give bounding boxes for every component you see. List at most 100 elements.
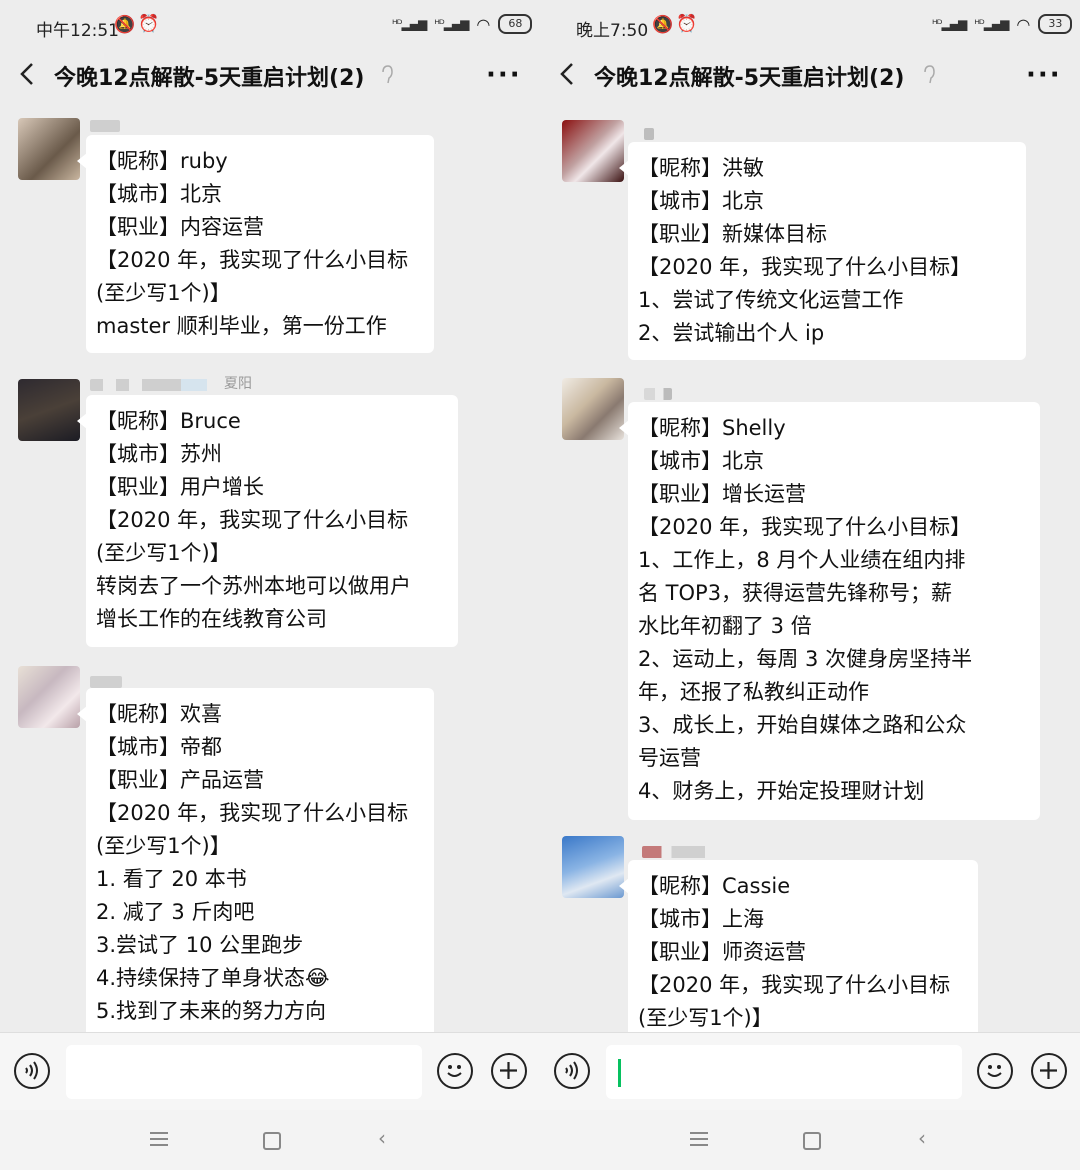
ear-mode-icon bbox=[382, 65, 393, 84]
ear-mode-icon bbox=[924, 65, 935, 84]
message-line: 【2020 年，我实现了什么小目标 bbox=[96, 248, 409, 272]
message-line: 4.持续保持了单身状态😂 bbox=[96, 966, 330, 990]
signal-icon: ᴴᴰ▂▄▆ bbox=[974, 17, 1009, 31]
message-line: 【城市】北京 bbox=[96, 182, 222, 206]
voice-input-button[interactable] bbox=[14, 1053, 50, 1089]
sender-name-redacted bbox=[644, 128, 654, 140]
chat-header: 今晚12点解散-5天重启计划(2) ··· bbox=[0, 50, 540, 100]
message-line: 2. 减了 3 斤肉吧 bbox=[96, 900, 255, 924]
alarm-icon: ⏰ bbox=[676, 14, 698, 34]
status-time: 晚上7:50 bbox=[576, 21, 649, 41]
back-arrow-icon[interactable] bbox=[556, 60, 580, 88]
message-line: 【城市】苏州 bbox=[96, 442, 222, 466]
avatar[interactable] bbox=[562, 378, 624, 440]
signal-icon: ᴴᴰ▂▄▆ bbox=[392, 17, 427, 31]
sender-name-redacted bbox=[90, 120, 120, 132]
status-icons: ᴴᴰ▂▄▆ ᴴᴰ▂▄▆ ◠ 33 bbox=[932, 14, 1073, 34]
back-arrow-icon[interactable] bbox=[16, 60, 40, 88]
emoji-icon bbox=[447, 1065, 462, 1077]
system-nav-bar: ‹ bbox=[0, 1110, 540, 1170]
plus-icon bbox=[1040, 1062, 1057, 1079]
message-line: 3、成长上，开始自媒体之路和公众 bbox=[638, 713, 967, 737]
sender-name-redacted bbox=[90, 379, 220, 391]
message-line: 号运营 bbox=[638, 746, 701, 770]
emoji-button[interactable] bbox=[437, 1053, 473, 1089]
chat-screen-right: 晚上7:50 🔕 ⏰ ᴴᴰ▂▄▆ ᴴᴰ▂▄▆ ◠ 33 今晚12点解散-5天重启… bbox=[540, 0, 1080, 1170]
message-input[interactable] bbox=[606, 1045, 962, 1099]
more-options-icon[interactable]: ··· bbox=[1026, 60, 1062, 90]
message-line: 【城市】北京 bbox=[638, 449, 764, 473]
message-line: 1. 看了 20 本书 bbox=[96, 867, 247, 891]
avatar[interactable] bbox=[18, 118, 80, 180]
message-line: 年，还报了私教纠正动作 bbox=[638, 680, 869, 704]
message-input[interactable] bbox=[66, 1045, 422, 1099]
home-icon[interactable] bbox=[803, 1132, 821, 1150]
message-line: 2、运动上，每周 3 次健身房坚持半 bbox=[638, 647, 973, 671]
message-line: master 顺利毕业，第一份工作 bbox=[96, 314, 387, 338]
avatar[interactable] bbox=[562, 836, 624, 898]
message-line: 【昵称】Shelly bbox=[638, 416, 786, 440]
message-line: 【职业】内容运营 bbox=[96, 215, 264, 239]
wifi-icon: ◠ bbox=[1016, 14, 1031, 34]
input-bar bbox=[540, 1032, 1080, 1111]
more-actions-button[interactable] bbox=[491, 1053, 527, 1089]
more-actions-button[interactable] bbox=[1031, 1053, 1067, 1089]
voice-input-button[interactable] bbox=[554, 1053, 590, 1089]
menu-icon[interactable] bbox=[150, 1132, 168, 1150]
nav-back-icon[interactable]: ‹ bbox=[918, 1126, 926, 1150]
avatar[interactable] bbox=[562, 120, 624, 182]
message-line: 1、工作上，8 月个人业绩在组内排 bbox=[638, 548, 966, 572]
message-bubble[interactable]: 【昵称】Cassie 【城市】上海 【职业】师资运营 【2020 年，我实现了什… bbox=[619, 860, 978, 1040]
message-bubble[interactable]: 【昵称】Shelly 【城市】北京 【职业】增长运营 【2020 年，我实现了什… bbox=[619, 402, 1040, 820]
message-line: (至少写1个)】 bbox=[638, 1006, 773, 1030]
system-nav-bar: ‹ bbox=[540, 1110, 1080, 1170]
message-line: 【城市】北京 bbox=[638, 189, 764, 213]
signal-icon: ᴴᴰ▂▄▆ bbox=[932, 17, 967, 31]
signal-icon: ᴴᴰ▂▄▆ bbox=[434, 17, 469, 31]
message-line: 名 TOP3，获得运营先锋称号；薪 bbox=[638, 581, 953, 605]
message-line: 【职业】产品运营 bbox=[96, 768, 264, 792]
input-bar bbox=[0, 1032, 540, 1111]
status-time: 中午12:51 bbox=[36, 21, 119, 41]
voice-icon bbox=[565, 1061, 578, 1080]
message-line: 【2020 年，我实现了什么小目标】 bbox=[638, 515, 972, 539]
avatar[interactable] bbox=[18, 666, 80, 728]
chat-title: 今晚12点解散-5天重启计划(2) bbox=[594, 66, 905, 91]
message-bubble[interactable]: 【昵称】欢喜 【城市】帝都 【职业】产品运营 【2020 年，我实现了什么小目标… bbox=[77, 688, 434, 1038]
chat-title: 今晚12点解散-5天重启计划(2) bbox=[54, 66, 365, 91]
status-bar: 晚上7:50 🔕 ⏰ ᴴᴰ▂▄▆ ᴴᴰ▂▄▆ ◠ 33 bbox=[540, 0, 1080, 50]
message-line: 4、财务上，开始定投理财计划 bbox=[638, 779, 925, 803]
message-line: 转岗去了一个苏州本地可以做用户 bbox=[96, 574, 411, 598]
message-line: 【2020 年，我实现了什么小目标 bbox=[96, 801, 409, 825]
message-line: 【职业】师资运营 bbox=[638, 940, 806, 964]
message-line: (至少写1个)】 bbox=[96, 281, 231, 305]
message-line: 【2020 年，我实现了什么小目标 bbox=[96, 508, 409, 532]
battery-icon: 68 bbox=[498, 14, 533, 34]
message-line: (至少写1个)】 bbox=[96, 834, 231, 858]
wifi-icon: ◠ bbox=[476, 14, 491, 34]
nav-back-icon[interactable]: ‹ bbox=[378, 1126, 386, 1150]
sender-name-redacted bbox=[90, 676, 122, 688]
sender-name: 夏阳 bbox=[224, 376, 252, 392]
status-bar: 中午12:51 🔕 ⏰ ᴴᴰ▂▄▆ ᴴᴰ▂▄▆ ◠ 68 bbox=[0, 0, 540, 50]
message-bubble[interactable]: 【昵称】洪敏 【城市】北京 【职业】新媒体目标 【2020 年，我实现了什么小目… bbox=[619, 142, 1026, 360]
more-options-icon[interactable]: ··· bbox=[486, 60, 522, 90]
text-cursor bbox=[618, 1059, 621, 1087]
chat-header: 今晚12点解散-5天重启计划(2) ··· bbox=[540, 50, 1080, 100]
emoji-button[interactable] bbox=[977, 1053, 1013, 1089]
message-bubble[interactable]: 【昵称】ruby 【城市】北京 【职业】内容运营 【2020 年，我实现了什么小… bbox=[77, 135, 434, 353]
status-icons: ᴴᴰ▂▄▆ ᴴᴰ▂▄▆ ◠ 68 bbox=[392, 14, 533, 34]
mute-icon: 🔕 bbox=[114, 15, 136, 35]
message-bubble[interactable]: 【昵称】Bruce 【城市】苏州 【职业】用户增长 【2020 年，我实现了什么… bbox=[77, 395, 458, 647]
message-line: 3.尝试了 10 公里跑步 bbox=[96, 933, 304, 957]
avatar[interactable] bbox=[18, 379, 80, 441]
menu-icon[interactable] bbox=[690, 1132, 708, 1150]
message-line: 【职业】增长运营 bbox=[638, 482, 806, 506]
voice-icon bbox=[25, 1061, 38, 1080]
message-line: 【2020 年，我实现了什么小目标】 bbox=[638, 255, 972, 279]
message-line: 【昵称】洪敏 bbox=[638, 156, 764, 180]
message-line: 【城市】帝都 bbox=[96, 735, 222, 759]
plus-icon bbox=[500, 1062, 517, 1079]
home-icon[interactable] bbox=[263, 1132, 281, 1150]
emoji-icon bbox=[987, 1065, 1002, 1077]
